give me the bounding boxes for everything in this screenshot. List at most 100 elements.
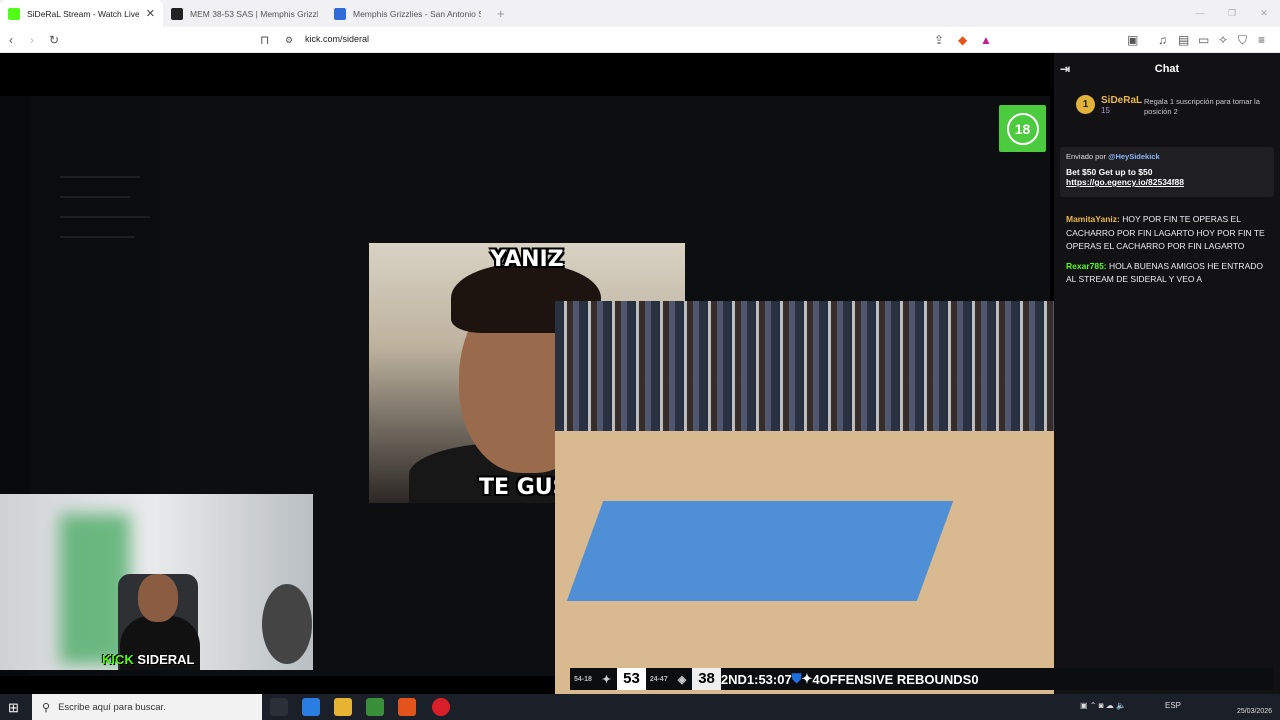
search-placeholder: Escribe aquí para buscar.	[58, 701, 166, 713]
vpn-icon[interactable]: ⛉	[1238, 32, 1247, 48]
pinned-link[interactable]: https://go.egency.io/82534f88	[1066, 177, 1268, 187]
tab-title: MEM 38-53 SAS | Memphis Grizzlies	[190, 8, 318, 19]
away-record: 54-18	[574, 675, 592, 683]
top-gifter-count: 15	[1101, 106, 1110, 115]
streamer-webcam: KICK SIDERAL	[0, 494, 313, 670]
pinned-by: Enviado por @HeySidekick	[1066, 152, 1268, 161]
ai-icon[interactable]: ✧	[1218, 32, 1228, 48]
taskbar-search[interactable]: ⚲ Escribe aquí para buscar.	[32, 694, 262, 720]
tab-gamecast[interactable]: MEM 38-53 SAS | Memphis Grizzlies	[163, 0, 326, 27]
video-player[interactable]: 18 YANIZ TE GUST KICK SIDERAL	[0, 53, 1280, 694]
rank-badge: 1	[1076, 95, 1095, 114]
age-badge-icon: 18	[1006, 112, 1039, 145]
spurs-small-logo-icon: ✦	[801, 671, 813, 686]
channel-row	[60, 216, 150, 218]
stat-label: OFFENSIVE REBOUNDS	[819, 671, 972, 687]
language-indicator[interactable]: ESP	[1165, 701, 1181, 710]
channel-row	[60, 176, 140, 178]
tab-grizzlies[interactable]: Memphis Grizzlies - San Antonio Sp	[326, 0, 489, 27]
chat-username[interactable]: Rexar785:	[1066, 261, 1107, 271]
broadcast-paint	[566, 501, 954, 601]
chat-panel: ⇥ Chat 1 SiDeRaL 15 Regala 1 suscripción…	[1054, 53, 1280, 694]
address-bar[interactable]: kick.com/sideral	[305, 34, 369, 44]
pinned-message: Enviado por @HeySidekick Bet $50 Get up …	[1060, 147, 1274, 197]
home-team: 24-47 ◈ 38	[646, 668, 721, 690]
game-scorebug: 54-18 ✦ 53 24-47 ◈ 38 2ND 1:53 :07 ⛊ ✦ 4…	[570, 668, 1273, 690]
webcam-streamer-head	[138, 574, 178, 622]
chat-header: ⇥ Chat	[1054, 53, 1280, 84]
site-info-icon[interactable]: ⚙	[285, 32, 293, 48]
collapse-chat-icon[interactable]: ⇥	[1060, 62, 1070, 76]
clock[interactable]: 25/03/2026	[1237, 697, 1272, 717]
back-icon[interactable]: ‹	[9, 32, 13, 48]
close-tab-icon[interactable]: ✕	[146, 7, 155, 20]
pinned-by-user[interactable]: @HeySidekick	[1108, 152, 1160, 161]
pinned-by-prefix: Enviado por	[1066, 152, 1107, 161]
bookmark-icon[interactable]: ⊓	[260, 32, 269, 48]
meme-top-text: YANIZ	[490, 247, 564, 272]
away-score: 53	[617, 668, 646, 690]
pinned-text: Bet $50 Get up to $50	[1066, 167, 1153, 177]
streamer-name-text: SIDERAL	[137, 652, 195, 667]
home-score: 38	[692, 668, 721, 690]
chrome-icon[interactable]	[302, 698, 320, 716]
page: 18 YANIZ TE GUST KICK SIDERAL ⇥ Chat 1 S…	[0, 53, 1280, 694]
site-favicon-icon	[171, 7, 183, 20]
spurs-logo-icon: ✦	[601, 673, 612, 686]
chat-message: MamitaYaniz: HOY POR FIN TE OPERAS EL CA…	[1066, 213, 1272, 254]
wallet-icon[interactable]: ▭	[1198, 32, 1209, 48]
home-record: 24-47	[649, 675, 668, 683]
new-tab-button[interactable]: +	[489, 0, 513, 27]
share-icon[interactable]: ⇪	[934, 32, 944, 48]
task-view-icon[interactable]	[270, 698, 288, 716]
windows-taskbar: ⊞ ⚲ Escribe aquí para buscar. ▣ ⌃ ◙ ☁ 🔈 …	[0, 694, 1280, 720]
grizzlies-logo-icon: ◈	[677, 673, 687, 686]
tab-kick-stream[interactable]: SiDeRaL Stream - Watch Live on ✕	[0, 0, 163, 27]
channel-row	[60, 236, 135, 238]
chat-message: Rexar785: HOLA BUENAS AMIGOS HE ENTRADO …	[1066, 260, 1272, 287]
top-gifter[interactable]: 1 SiDeRaL 15 Regala 1 suscripción para t…	[1076, 95, 1260, 116]
age-restriction-badge: 18	[999, 105, 1046, 152]
stat-away-value: 4	[812, 671, 820, 687]
search-icon: ⚲	[42, 701, 51, 714]
store-icon[interactable]	[366, 698, 384, 716]
window-controls: — ❐ ✕	[1184, 0, 1280, 27]
kick-favicon-icon	[8, 7, 20, 20]
stat-home-value: 0	[971, 671, 979, 687]
date: 25/03/2026	[1236, 708, 1272, 715]
sidebar-icon[interactable]: ▣	[1127, 32, 1138, 48]
top-gifter-name: SiDeRaL	[1101, 95, 1143, 106]
webcam-fan	[262, 584, 312, 664]
reader-icon[interactable]: ▤	[1178, 32, 1189, 48]
music-icon[interactable]: ♫	[1158, 32, 1167, 48]
webcam-watermark: KICK SIDERAL	[102, 652, 194, 667]
channel-row	[60, 196, 130, 198]
fanduel-logo-icon: ⛊	[791, 671, 802, 686]
game-clock: 1:53	[746, 671, 773, 687]
kick-logo-text: KICK	[102, 652, 134, 667]
brave-icon[interactable]	[398, 698, 416, 716]
brave-shield-icon[interactable]: ◆	[958, 32, 967, 48]
close-window-icon[interactable]: ✕	[1248, 0, 1280, 27]
period: 2ND	[720, 671, 747, 687]
chat-username[interactable]: MamitaYaniz:	[1066, 214, 1120, 224]
tab-strip: SiDeRaL Stream - Watch Live on ✕ MEM 38-…	[0, 0, 1280, 27]
obs-icon[interactable]	[432, 698, 450, 716]
maximize-icon[interactable]: ❐	[1216, 0, 1248, 27]
shot-clock: :07	[772, 671, 792, 687]
chat-title: Chat	[1154, 62, 1180, 75]
tray-icons[interactable]: ▣ ⌃ ◙ ☁ 🔈	[1080, 701, 1126, 710]
tab-title: Memphis Grizzlies - San Antonio Sp	[353, 8, 481, 19]
windows-start-icon[interactable]: ⊞	[8, 700, 19, 716]
away-team: 54-18 ✦ 53	[570, 668, 646, 690]
rewards-icon[interactable]: ▲	[980, 32, 992, 48]
site-favicon-icon	[334, 7, 346, 20]
menu-icon[interactable]: ≡	[1258, 32, 1265, 48]
file-explorer-icon[interactable]	[334, 698, 352, 716]
minimize-icon[interactable]: —	[1184, 0, 1216, 27]
browser-toolbar: ‹ › ↻ ⊓ ⚙ kick.com/sideral ⇪ ◆ ▲ ▣ ♫ ▤ ▭…	[0, 27, 1280, 53]
forward-icon[interactable]: ›	[30, 32, 34, 48]
chat-messages: MamitaYaniz: HOY POR FIN TE OPERAS EL CA…	[1066, 213, 1272, 287]
reload-icon[interactable]: ↻	[49, 32, 59, 48]
gift-sub-prompt[interactable]: Regala 1 suscripción para tomar la posic…	[1144, 97, 1280, 117]
